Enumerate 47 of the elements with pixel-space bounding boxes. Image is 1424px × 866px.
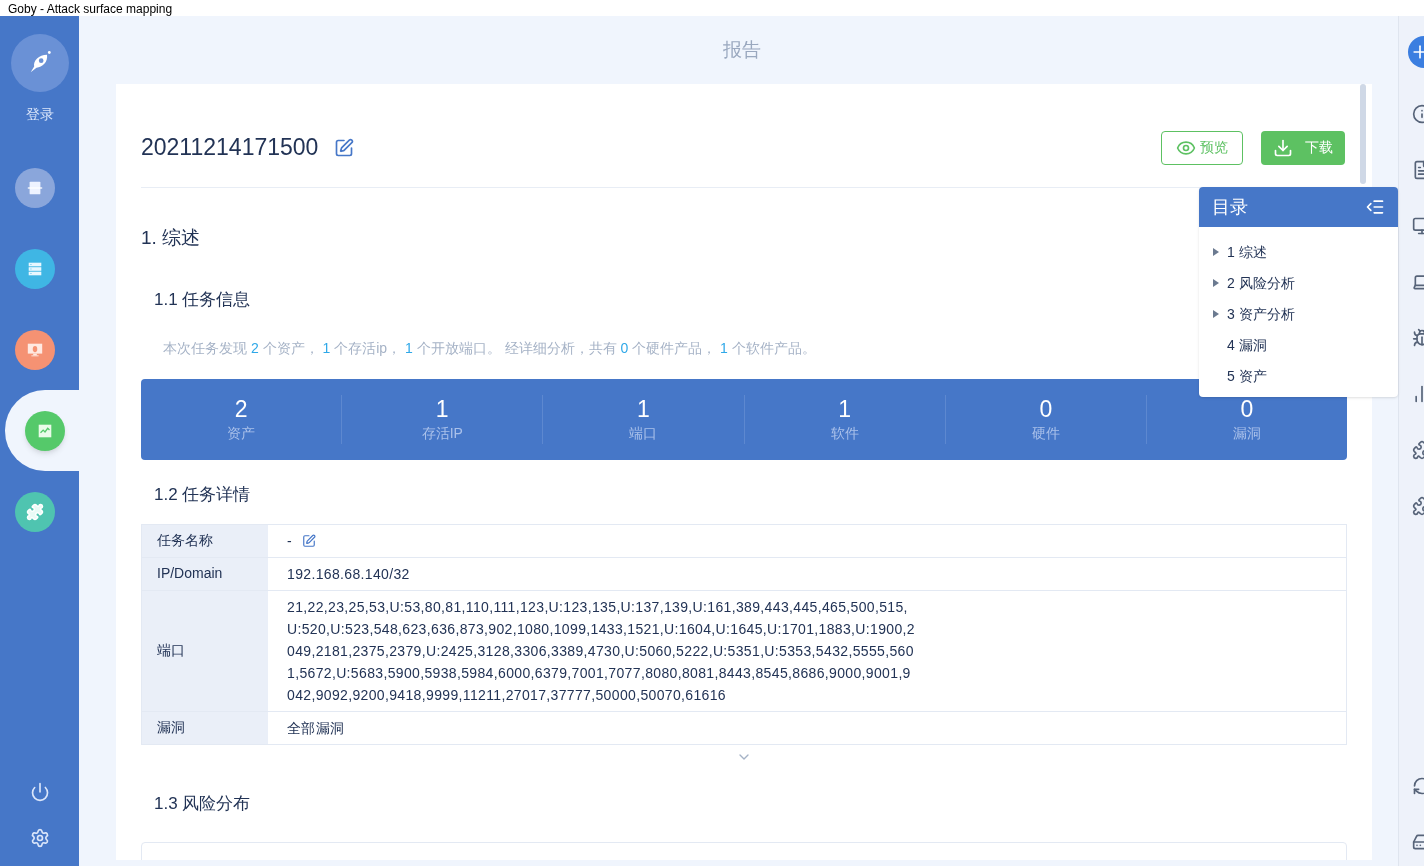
toc-item[interactable]: 4 漏洞	[1199, 334, 1398, 356]
stat-label: 硬件	[1031, 424, 1060, 443]
subsection-heading: 1.1 任务信息	[154, 288, 251, 311]
table-cell-text: -	[287, 531, 292, 551]
stat-value: 1	[637, 395, 650, 423]
summary-text: 本次任务发现 2 个资产， 1 个存活ip， 1 个开放端口。 经详细分析，共有 0 个硬件产品， 1 个软件产品。	[163, 339, 816, 358]
toc-item[interactable]: 5 资产	[1199, 365, 1398, 387]
table-label: 漏洞	[157, 718, 185, 737]
nav-button[interactable]	[14, 491, 55, 532]
section-heading: 1. 综述	[141, 226, 201, 250]
puzzle-icon	[25, 502, 44, 521]
stat-value: 2	[234, 395, 248, 423]
table-label: 任务名称	[157, 531, 213, 550]
stat-value: 0	[1240, 395, 1254, 423]
stat-label: 端口	[629, 424, 658, 443]
power-icon[interactable]	[29, 782, 50, 802]
scrollbar[interactable]	[1360, 84, 1366, 184]
nav-button[interactable]	[14, 329, 55, 370]
page-title: 报告	[722, 37, 761, 62]
nav-button[interactable]	[14, 167, 55, 208]
stat-label: 漏洞	[1232, 424, 1261, 443]
subsection-heading: 1.2 任务详情	[154, 484, 251, 506]
toc-item[interactable]: 2 风险分析	[1199, 272, 1398, 294]
subsection-heading: 1.3 风险分布	[154, 792, 251, 815]
nav-button[interactable]	[14, 248, 55, 289]
stat-value: 0	[1039, 395, 1053, 423]
stat-value: 1	[435, 395, 449, 423]
toc-item[interactable]: 3 资产分析	[1199, 303, 1398, 325]
stat-label: 软件	[830, 424, 859, 443]
download-icon	[1273, 137, 1293, 158]
edit-icon[interactable]	[302, 533, 316, 548]
report-name: 20211214171500	[141, 133, 319, 163]
table-cell-text: 192.168.68.140/32	[287, 564, 410, 584]
stat-label: 资产	[227, 424, 256, 443]
stat-label: 存活IP	[421, 424, 463, 443]
table-cell-text: 21,22,23,25,53,U:53,80,81,110,111,123,U:123,135,U:137,139,U:161,389,443,445,465,500,515,U:520,U:523,548,623,636,873,902,1080,1099,1433,1521,U:1604,U:1645,U:1701,1883,U:1900,2049,2181,2375,2379,U:2425,3128,3306,3389,4730,U:5060,5222,U:5351,U:5353,5432,5555,5601,5672,U:5683,5900,5938,5984,6000,6379,7001,7077,8080,8081,8443,8545,8686,9000,9001,9042,9092,9200,9418,9999,11211,27017,37777,50000,50070,61616	[287, 597, 915, 705]
collapse-icon[interactable]	[1365, 197, 1385, 217]
stat-value: 1	[838, 395, 851, 423]
toc-item[interactable]: 1 综述	[1199, 241, 1398, 263]
login-link[interactable]: 登录	[25, 104, 54, 125]
settings-icon[interactable]	[29, 828, 50, 848]
window-title: Goby - Attack surface mapping	[8, 2, 173, 16]
table-label: 端口	[157, 641, 185, 660]
edit-icon[interactable]	[334, 137, 355, 158]
table-cell-text: 全部漏洞	[287, 718, 345, 738]
table-label: IP/Domain	[157, 564, 223, 583]
toc-title: 目录	[1212, 195, 1248, 219]
